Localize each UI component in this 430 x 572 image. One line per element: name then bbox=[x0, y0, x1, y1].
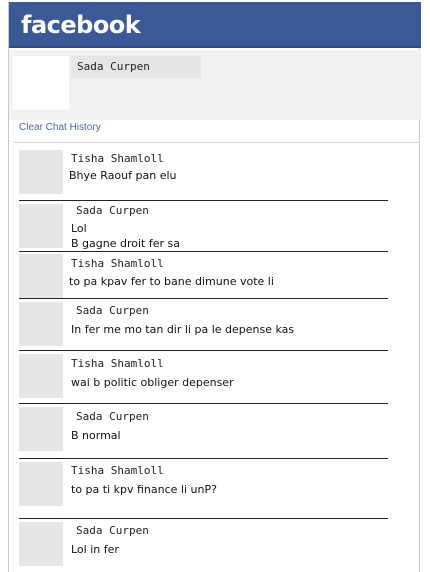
message-avatar bbox=[19, 150, 63, 194]
message-avatar bbox=[19, 354, 63, 398]
profile-name[interactable]: Sada Curpen bbox=[71, 56, 201, 78]
message-sender: Sada Curpen bbox=[76, 304, 149, 317]
message-text: Lol bbox=[71, 222, 87, 235]
message-text: In fer me mo tan dir li pa le depense ka… bbox=[71, 323, 295, 336]
message-text: wai b politic obliger depenser bbox=[71, 376, 234, 389]
message-text: to pa kpav fer to bane dimune vote li bbox=[69, 275, 274, 288]
message-sender: Tisha Shamloll bbox=[71, 257, 164, 270]
message-avatar bbox=[19, 407, 63, 451]
message-sender: Sada Curpen bbox=[76, 204, 149, 217]
facebook-logo[interactable]: facebook bbox=[21, 11, 141, 39]
message-sender: Tisha Shamloll bbox=[71, 152, 164, 165]
message-avatar bbox=[19, 254, 63, 298]
message-separator bbox=[19, 298, 388, 299]
message-avatar bbox=[19, 462, 63, 506]
header-divider bbox=[13, 142, 419, 143]
message-text: Lol in fer bbox=[71, 543, 119, 556]
message-separator bbox=[19, 251, 388, 252]
message-sender: Tisha Shamloll bbox=[71, 357, 164, 370]
message-sender: Sada Curpen bbox=[76, 524, 149, 537]
message-text: Bhye Raouf pan elu bbox=[69, 169, 177, 182]
message-avatar bbox=[19, 302, 63, 346]
message-avatar bbox=[19, 204, 63, 248]
clear-chat-history-link[interactable]: Clear Chat History bbox=[19, 122, 101, 133]
message-separator bbox=[19, 350, 388, 351]
message-separator bbox=[19, 518, 388, 519]
message-avatar bbox=[19, 522, 63, 566]
message-text: B gagne droit fer sa bbox=[71, 237, 180, 250]
message-sender: Sada Curpen bbox=[76, 410, 149, 423]
message-separator bbox=[19, 403, 388, 404]
message-separator bbox=[19, 200, 388, 201]
facebook-header-bar: facebook bbox=[9, 2, 421, 48]
chat-profile-header: Sada Curpen bbox=[9, 50, 421, 120]
message-text: B normal bbox=[71, 429, 121, 442]
facebook-chat-window: facebook Sada Curpen Clear Chat History … bbox=[8, 2, 421, 572]
message-separator bbox=[19, 458, 388, 459]
message-sender: Tisha Shamloll bbox=[71, 464, 164, 477]
profile-avatar[interactable] bbox=[13, 56, 69, 110]
message-text: to pa ti kpv finance li unP? bbox=[71, 483, 217, 496]
